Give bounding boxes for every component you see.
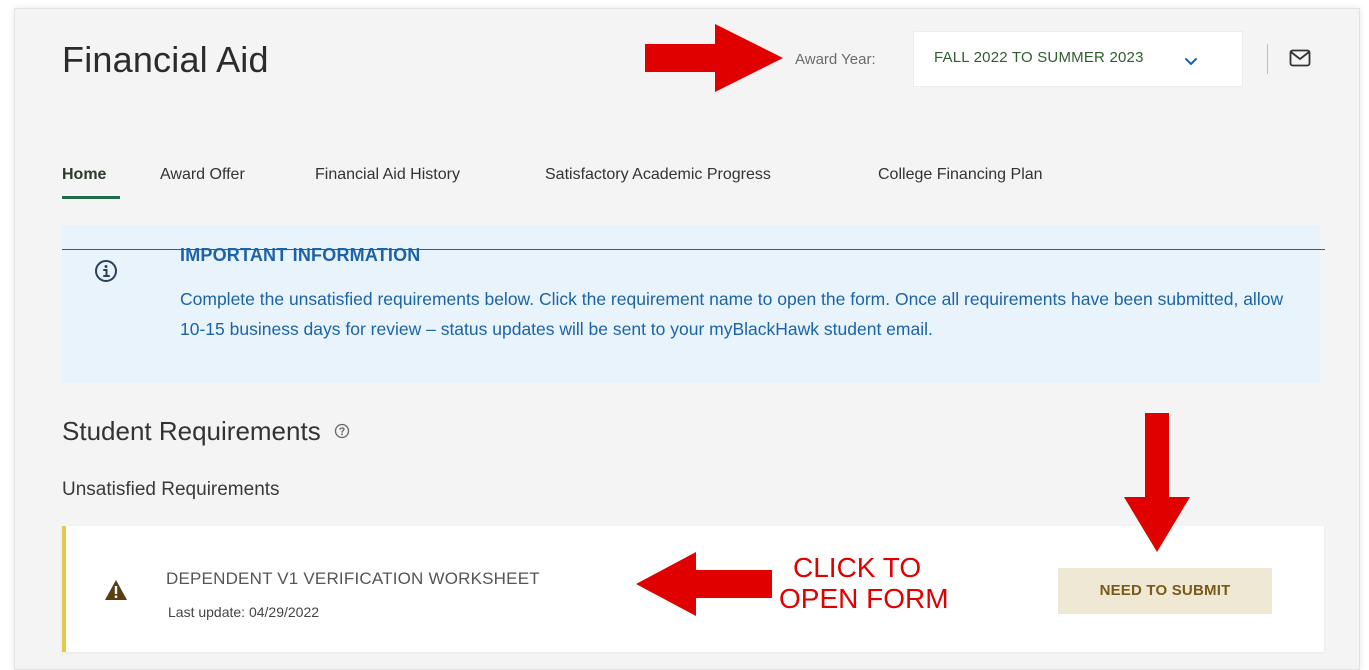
status-badge: NEED TO SUBMIT	[1058, 568, 1272, 614]
warning-icon	[105, 580, 127, 600]
tab-satisfactory-academic-progress[interactable]: Satisfactory Academic Progress	[545, 164, 771, 186]
requirement-last-update: Last update: 04/29/2022	[168, 604, 320, 620]
section-title: Student Requirements	[62, 414, 350, 448]
page-title: Financial Aid	[62, 39, 269, 80]
arrow-left-annotation	[636, 552, 772, 616]
tab-home[interactable]: Home	[62, 164, 106, 186]
info-icon	[95, 260, 117, 282]
arrow-right-annotation	[645, 24, 783, 92]
help-icon[interactable]	[334, 423, 350, 439]
arrow-down-annotation	[1124, 413, 1190, 552]
award-year-label: Award Year:	[795, 51, 876, 68]
callout-text-line1: CLICK TO	[793, 552, 922, 583]
tab-college-financing-plan[interactable]: College Financing Plan	[878, 164, 1043, 186]
mail-icon[interactable]	[1289, 49, 1311, 67]
active-tab-indicator	[62, 196, 120, 199]
requirement-name-link[interactable]: DEPENDENT V1 VERIFICATION WORKSHEET	[166, 569, 540, 589]
tab-award-offer[interactable]: Award Offer	[160, 164, 245, 186]
chevron-down-icon	[1185, 58, 1197, 65]
unsatisfied-requirements-heading: Unsatisfied Requirements	[62, 479, 280, 500]
award-year-value: FALL 2022 TO SUMMER 2023	[934, 49, 1144, 66]
callout-text-line2: OPEN FORM	[779, 583, 949, 614]
header-divider	[1267, 44, 1268, 74]
tab-financial-aid-history[interactable]: Financial Aid History	[315, 164, 460, 186]
section-title-text: Student Requirements	[62, 416, 321, 446]
award-year-select[interactable]: FALL 2022 TO SUMMER 2023	[913, 31, 1243, 87]
nav-divider	[62, 249, 1325, 250]
info-body: Complete the unsatisfied requirements be…	[180, 289, 1284, 339]
